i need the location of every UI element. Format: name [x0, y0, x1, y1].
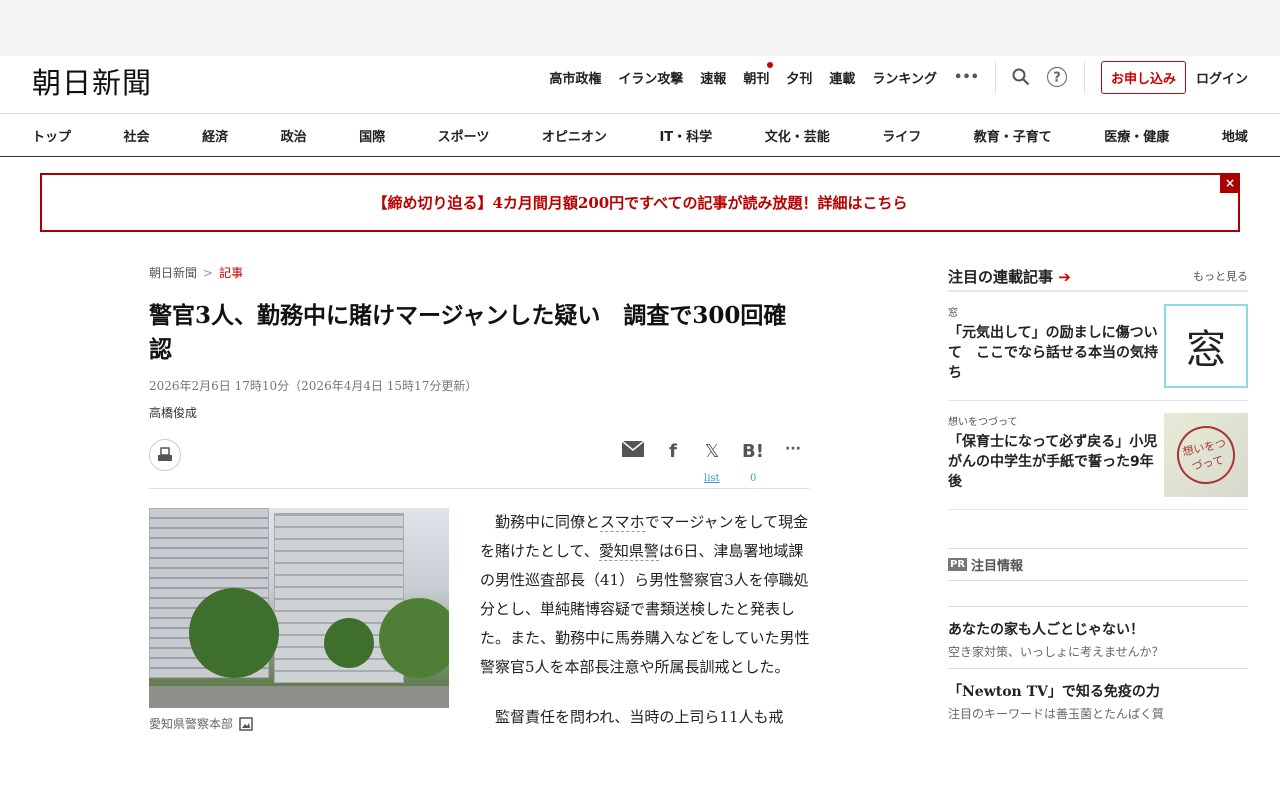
sidebar: 注目の連載記事 ➔ もっと見る 窓 「元気出して」の励ましに傷ついて ここでなら… — [948, 262, 1248, 730]
topnav-item[interactable]: イラン攻撃 — [618, 68, 683, 87]
pr-heading: 注目情報 — [971, 559, 1024, 574]
keyword-link[interactable]: 愛知県警 — [598, 542, 659, 561]
facebook-share-icon[interactable]: f — [661, 441, 685, 462]
category-it-science[interactable]: IT・科学 — [659, 126, 712, 145]
category-culture[interactable]: 文化・芸能 — [765, 126, 830, 145]
more-share-icon[interactable]: ··· — [781, 441, 805, 457]
topnav-label: 朝刊 — [743, 71, 770, 87]
hatena-bookmark-icon[interactable]: B! — [741, 441, 765, 462]
image-icon[interactable] — [239, 716, 253, 731]
pr-subtitle: 空き家対策、いっしょに考えませんか？ — [948, 645, 1164, 659]
pr-title: 「Newton TV」で知る免疫の力 — [948, 684, 1160, 700]
topnav-item[interactable]: 朝刊 — [743, 61, 774, 87]
hatena-count[interactable]: 0 — [750, 473, 756, 484]
category-economy[interactable]: 経済 — [202, 126, 228, 145]
top-spacer — [0, 0, 1280, 56]
topnav-item[interactable]: 高市政権 — [549, 68, 601, 87]
category-society[interactable]: 社会 — [124, 126, 150, 145]
breadcrumb: 朝日新聞 > 記事 — [149, 264, 809, 281]
arrow-right-icon: ➔ — [1058, 267, 1071, 286]
series-heading[interactable]: 注目の連載記事 ➔ — [948, 266, 1071, 287]
article-photo[interactable] — [149, 508, 449, 708]
pr-badge: PR — [948, 558, 968, 571]
breadcrumb-home[interactable]: 朝日新聞 — [149, 266, 197, 280]
x-share-icon[interactable]: 𝕏 — [700, 441, 724, 462]
share-bar: f 𝕏 list B! 0 ··· — [149, 439, 809, 489]
breadcrumb-separator: > — [203, 266, 214, 280]
pr-item[interactable]: 「Newton TV」で知る免疫の力 注目のキーワードは善玉菌とたんぱく質 — [948, 668, 1248, 730]
help-icon[interactable]: ? — [1046, 66, 1068, 88]
keyword-link[interactable]: スマホ — [600, 513, 645, 532]
mail-share-icon[interactable] — [621, 440, 645, 462]
category-international[interactable]: 国際 — [359, 126, 385, 145]
series-header: 注目の連載記事 ➔ もっと見る — [948, 262, 1248, 292]
category-nav: トップ 社会 経済 政治 国際 スポーツ オピニオン IT・科学 文化・芸能 ラ… — [0, 113, 1280, 157]
tree — [189, 588, 279, 678]
new-dot — [767, 61, 774, 68]
category-region[interactable]: 地域 — [1222, 126, 1248, 145]
divider — [994, 61, 996, 93]
close-icon[interactable]: × — [1220, 173, 1240, 193]
tree — [324, 618, 374, 668]
breadcrumb-current[interactable]: 記事 — [219, 266, 243, 280]
pr-subtitle: 注目のキーワードは善玉菌とたんぱく質 — [948, 707, 1165, 721]
topnav-item[interactable]: 夕刊 — [786, 68, 812, 87]
article: 朝日新聞 > 記事 警官3人、勤務中に賭けマージャンした疑い 調査で300回確認 2… — [149, 264, 810, 731]
topnav-item[interactable]: 連載 — [829, 68, 855, 87]
promo-banner[interactable]: 【締め切り迫る】4カ月間月額200円ですべての記事が読み放題！詳細はこちら × — [40, 173, 1240, 232]
login-link[interactable]: ログイン — [1196, 68, 1248, 87]
series-item[interactable]: 想いをつづって 「保育士になって必ず戻る」小児がんの中学生が手紙で誓った9年後 … — [948, 401, 1248, 510]
text: は6日、津島署地域課の男性巡査部長（41）ら男性警察官3人を停職処分とし、単純賭… — [480, 542, 810, 676]
promo-text: 【締め切り迫る】4カ月間月額200円ですべての記事が読み放題！詳細はこちら — [372, 194, 908, 212]
paragraph: 監督責任を問われ、当時の上司ら11人も戒 — [495, 708, 784, 726]
svg-text:?: ? — [1053, 71, 1061, 86]
series-item[interactable]: 窓 「元気出して」の励ましに傷ついて ここでなら話せる本当の気持ち 窓 — [948, 292, 1248, 401]
series-thumbnail: 想いをつづって — [1164, 413, 1248, 497]
more-link[interactable]: もっと見る — [1193, 268, 1248, 284]
category-opinion[interactable]: オピニオン — [542, 126, 607, 145]
category-education[interactable]: 教育・子育て — [974, 126, 1052, 145]
tree — [379, 598, 449, 678]
subscribe-button[interactable]: お申し込み — [1100, 60, 1186, 94]
search-icon[interactable] — [1010, 66, 1032, 88]
category-politics[interactable]: 政治 — [281, 126, 307, 145]
site-header: 朝日新聞 高市政権 イラン攻撃 速報 朝刊 夕刊 連載 ランキング ••• ? … — [0, 56, 1280, 114]
pr-header: PR 注目情報 — [948, 548, 1248, 581]
more-menu-button[interactable]: ••• — [954, 70, 979, 85]
category-top[interactable]: トップ — [32, 126, 71, 145]
series-thumbnail: 窓 — [1164, 304, 1248, 388]
pr-item[interactable]: あなたの家も人ごとじゃない！ 空き家対策、いっしょに考えませんか？ — [948, 606, 1248, 668]
category-sports[interactable]: スポーツ — [438, 126, 490, 145]
photo-caption: 愛知県警察本部 — [149, 715, 253, 732]
article-body: 勤務中に同僚とスマホでマージャンをして現金を賭けたとして、愛知県警は6日、津島署… — [480, 508, 810, 746]
category-health[interactable]: 医療・健康 — [1104, 126, 1169, 145]
road — [149, 686, 449, 708]
x-share-count[interactable]: list — [704, 473, 720, 484]
series-title: 「保育士になって必ず戻る」小児がんの中学生が手紙で誓った9年後 — [948, 434, 1158, 490]
stamp-logo: 想いをつづって — [1171, 420, 1241, 490]
caption-text: 愛知県警察本部 — [149, 717, 234, 731]
site-logo[interactable]: 朝日新聞 — [32, 60, 152, 102]
article-date: 2026年2月6日 17時10分（2026年4月4日 15時17分更新） — [149, 379, 478, 393]
pr-title: あなたの家も人ごとじゃない！ — [948, 622, 1144, 638]
heading-text: 注目の連載記事 — [948, 267, 1054, 286]
article-author[interactable]: 高橋俊成 — [149, 404, 809, 421]
text: 勤務中に同僚と — [495, 513, 601, 531]
article-title: 警官3人、勤務中に賭けマージャンした疑い 調査で300回確認 — [149, 302, 787, 363]
category-life[interactable]: ライフ — [882, 126, 921, 145]
divider — [1083, 61, 1085, 93]
print-icon[interactable] — [149, 439, 181, 471]
top-nav: 高市政権 イラン攻撃 速報 朝刊 夕刊 連載 ランキング ••• ? お申し込み… — [532, 60, 1248, 94]
paragraph: 勤務中に同僚とスマホでマージャンをして現金を賭けたとして、愛知県警は6日、津島署… — [480, 508, 810, 682]
series-title: 「元気出して」の励ましに傷ついて ここでなら話せる本当の気持ち — [948, 325, 1158, 381]
topnav-item[interactable]: 速報 — [700, 68, 726, 87]
topnav-item[interactable]: ランキング — [872, 68, 937, 87]
